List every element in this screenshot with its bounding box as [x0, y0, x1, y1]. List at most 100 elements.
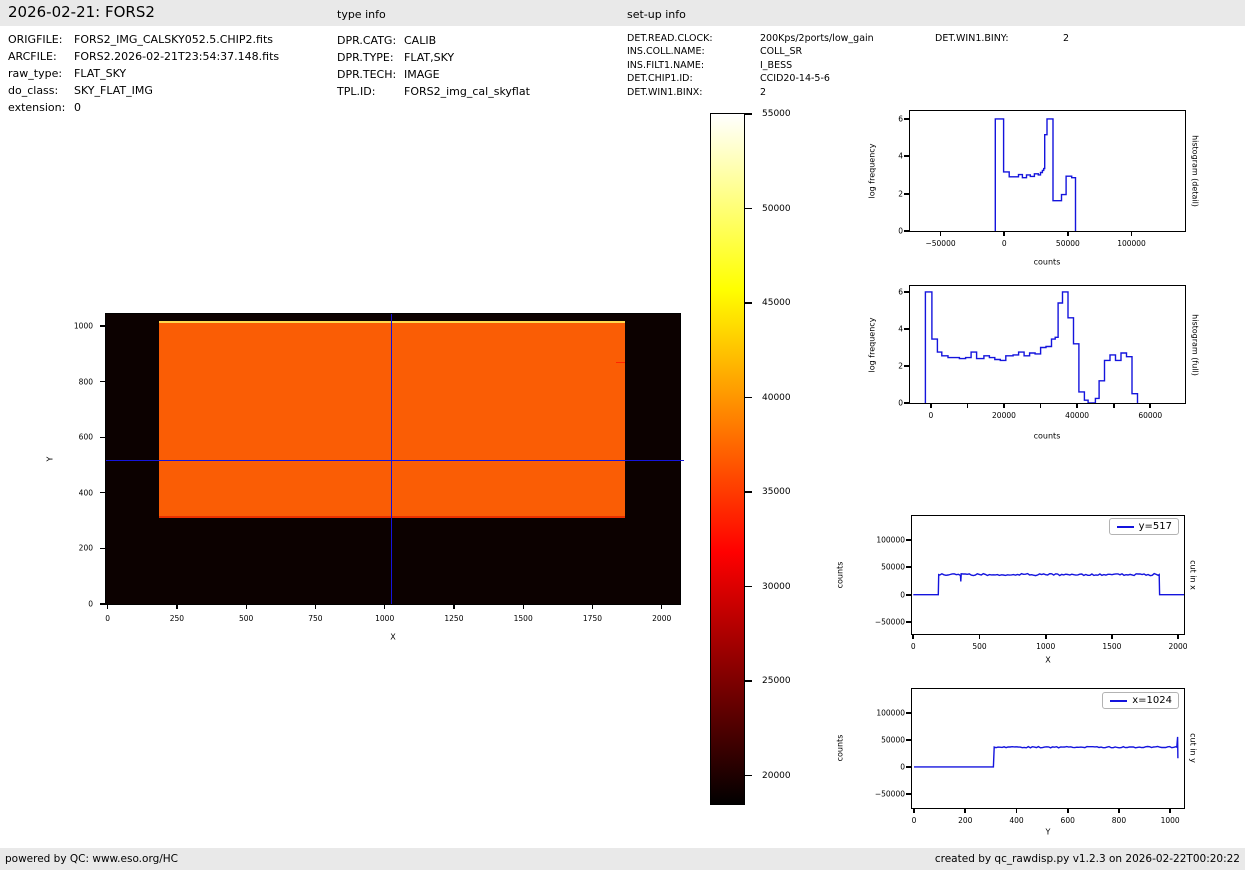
x-tick	[1067, 808, 1069, 813]
y-tick	[904, 155, 909, 157]
x-tick-label: 40000	[1065, 411, 1089, 420]
x-tick-label: 200	[958, 816, 972, 825]
info-value: IMAGE	[404, 68, 440, 81]
x-tick-label: 0	[911, 642, 916, 651]
histogram-detail-plot: −500000500001000000246	[909, 110, 1186, 232]
info-row: DET.CHIP1.ID:CCID20-14-5-6	[627, 72, 874, 85]
x-tick	[176, 604, 177, 609]
x-tick-label: 1000	[1161, 816, 1180, 825]
x-tick-label: 1500	[514, 614, 533, 623]
colorbar-tick	[745, 586, 752, 587]
info-label: INS.FILT1.NAME:	[627, 59, 760, 72]
footer-powered-by: powered by QC: www.eso.org/HC	[5, 848, 178, 870]
y-tick	[906, 566, 911, 568]
info-value: SKY_FLAT_IMG	[74, 84, 153, 97]
info-row: DPR.CATG:CALIB	[337, 32, 530, 49]
y-tick-label: −50000	[875, 789, 905, 798]
y-tick	[100, 603, 105, 604]
y-axis-label: counts	[836, 562, 845, 589]
info-row: raw_type:FLAT_SKY	[8, 65, 279, 82]
setup-info-column: DET.READ.CLOCK:200Kps/2ports/low_gain IN…	[627, 32, 874, 99]
y-tick	[904, 118, 909, 120]
x-tick-label: 1500	[1102, 642, 1121, 651]
x-tick	[384, 604, 385, 609]
info-value: CALIB	[404, 34, 436, 47]
info-value: FORS2_IMG_CALSKY052.5.CHIP2.fits	[74, 33, 273, 46]
region-bottom-edge	[159, 516, 625, 518]
x-tick	[1076, 403, 1078, 408]
x-tick	[592, 604, 593, 609]
right-axis-label: cut in y	[1189, 733, 1198, 763]
y-tick	[100, 437, 105, 438]
x-tick-label: 2000	[1168, 642, 1187, 651]
header-bar: 2026-02-21: FORS2 type info set-up info	[0, 0, 1245, 26]
info-row: DET.READ.CLOCK:200Kps/2ports/low_gain	[627, 32, 874, 45]
y-axis-label: log frequency	[868, 144, 877, 199]
colorbar-tick-label: 50000	[762, 204, 791, 214]
x-tick	[453, 604, 454, 609]
info-label: TPL.ID:	[337, 83, 404, 100]
x-tick-label: 1750	[583, 614, 602, 623]
x-tick	[913, 808, 915, 813]
x-tick	[964, 808, 966, 813]
x-tick	[930, 403, 932, 408]
colorbar: 2000025000300003500040000450005000055000	[710, 113, 745, 805]
info-row: DET.WIN1.BINY:2	[935, 32, 1069, 45]
info-label: do_class:	[8, 82, 74, 99]
colorbar-tick-label: 25000	[762, 676, 791, 686]
info-label: ORIGFILE:	[8, 31, 74, 48]
y-tick	[906, 793, 911, 795]
x-tick-label: 50000	[1056, 239, 1080, 248]
raw-image-plot: 0250500750100012501500175020000200400600…	[105, 313, 681, 605]
colorbar-tick	[745, 491, 752, 492]
x-tick	[940, 231, 942, 236]
legend-line-sample	[1117, 526, 1134, 528]
y-tick	[906, 739, 911, 741]
x-tick	[1169, 808, 1171, 813]
x-tick	[1131, 231, 1133, 236]
info-value: CCID20-14-5-6	[760, 73, 830, 84]
colorbar-tick-label: 30000	[762, 582, 791, 592]
x-tick-label: 1000	[1036, 642, 1055, 651]
x-minor-tick	[967, 403, 969, 408]
colorbar-tick	[745, 113, 752, 114]
x-tick-label: 60000	[1138, 411, 1162, 420]
colorbar-tick-label: 55000	[762, 109, 791, 119]
illuminated-region	[159, 321, 625, 518]
y-tick-label: 100000	[876, 708, 905, 717]
x-tick	[1067, 231, 1069, 236]
info-row: DET.WIN1.BINX:2	[627, 86, 874, 99]
info-value: 200Kps/2ports/low_gain	[760, 33, 874, 44]
artifact-line	[616, 362, 625, 364]
x-tick	[1118, 808, 1120, 813]
x-tick-label: 500	[972, 642, 986, 651]
x-tick-label: 800	[1112, 816, 1126, 825]
x-tick-label: 1000	[375, 614, 394, 623]
info-value: I_BESS	[760, 60, 792, 71]
x-tick	[661, 604, 662, 609]
x-tick	[1111, 634, 1113, 639]
x-tick	[1003, 403, 1005, 408]
info-value: FORS2_img_cal_skyflat	[404, 85, 530, 98]
info-label: DPR.TYPE:	[337, 49, 404, 66]
data-line-svg	[910, 286, 1185, 403]
y-tick	[906, 712, 911, 714]
x-tick-label: 0	[1002, 239, 1007, 248]
x-tick	[1177, 634, 1179, 639]
region-top-edge	[159, 321, 625, 323]
x-tick	[912, 634, 914, 639]
y-tick-label: 4	[898, 324, 903, 333]
setup-info-right-column: DET.WIN1.BINY:2	[935, 32, 1069, 45]
info-value: COLL_SR	[760, 46, 802, 57]
y-tick-label: 2	[898, 189, 903, 198]
y-tick-label: 400	[79, 488, 93, 497]
x-minor-tick	[1040, 403, 1042, 408]
page-title: 2026-02-21: FORS2	[8, 3, 155, 21]
x-tick	[979, 634, 981, 639]
right-axis-label: histogram (detail)	[1191, 135, 1200, 207]
x-tick-label: 1250	[444, 614, 463, 623]
x-tick	[1045, 634, 1047, 639]
x-axis-label: Y	[1046, 828, 1051, 837]
info-label: ARCFILE:	[8, 48, 74, 65]
y-tick-label: 6	[898, 114, 903, 123]
